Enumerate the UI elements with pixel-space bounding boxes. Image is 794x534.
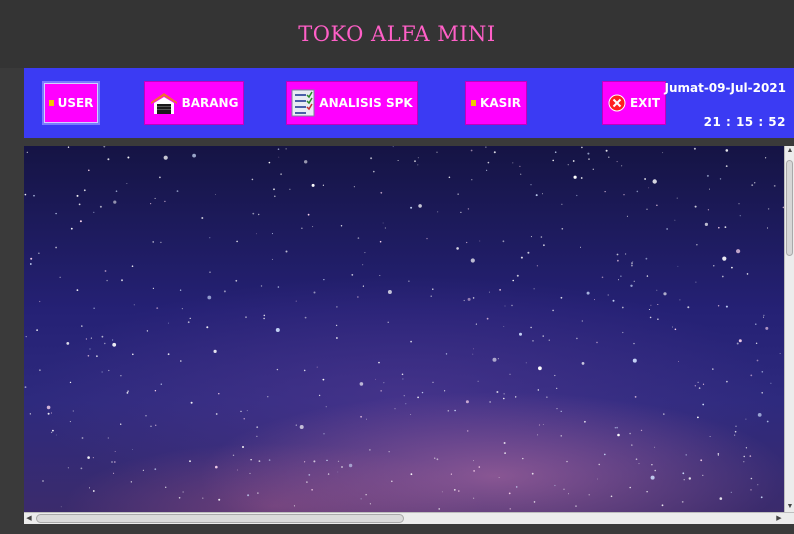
current-date: Jumat-09-Jul-2021 — [664, 81, 786, 95]
warehouse-icon — [150, 93, 177, 114]
vertical-scroll-thumb[interactable] — [786, 160, 793, 256]
barang-button[interactable]: BARANG — [144, 81, 244, 125]
close-circle-icon — [608, 94, 626, 112]
main-toolbar: USER BARANG ANALISIS SPK KASIR EXIT Juma… — [24, 68, 794, 138]
title-bar: TOKO ALFA MINI — [0, 0, 794, 68]
scroll-down-arrow-icon[interactable]: ▼ — [785, 502, 794, 512]
checklist-icon — [291, 89, 315, 117]
user-button[interactable]: USER — [42, 81, 100, 125]
analisis-spk-button-label: ANALISIS SPK — [319, 96, 413, 110]
current-time: 21 : 15 : 52 — [703, 115, 786, 129]
exit-button[interactable]: EXIT — [602, 81, 666, 125]
starry-background-panel — [24, 146, 784, 512]
kasir-button[interactable]: KASIR — [465, 81, 527, 125]
cashier-icon — [471, 100, 477, 106]
analisis-spk-button[interactable]: ANALISIS SPK — [286, 81, 418, 125]
horizontal-scrollbar[interactable]: ◀ ▶ — [24, 512, 794, 524]
star-field — [24, 146, 784, 510]
scroll-up-arrow-icon[interactable]: ▲ — [785, 146, 794, 156]
horizontal-scroll-thumb[interactable] — [36, 514, 404, 523]
main-window: TOKO ALFA MINI USER BARANG ANALISIS SPK … — [0, 0, 794, 534]
scroll-left-arrow-icon[interactable]: ◀ — [24, 513, 34, 524]
vertical-scrollbar[interactable]: ▲ ▼ — [784, 146, 794, 512]
exit-button-label: EXIT — [629, 96, 661, 110]
scroll-right-arrow-icon[interactable]: ▶ — [774, 513, 784, 524]
app-title: TOKO ALFA MINI — [298, 22, 496, 46]
user-button-label: USER — [57, 96, 94, 110]
barang-button-label: BARANG — [181, 96, 239, 110]
kasir-button-label: KASIR — [480, 96, 521, 110]
user-icon — [48, 100, 54, 106]
